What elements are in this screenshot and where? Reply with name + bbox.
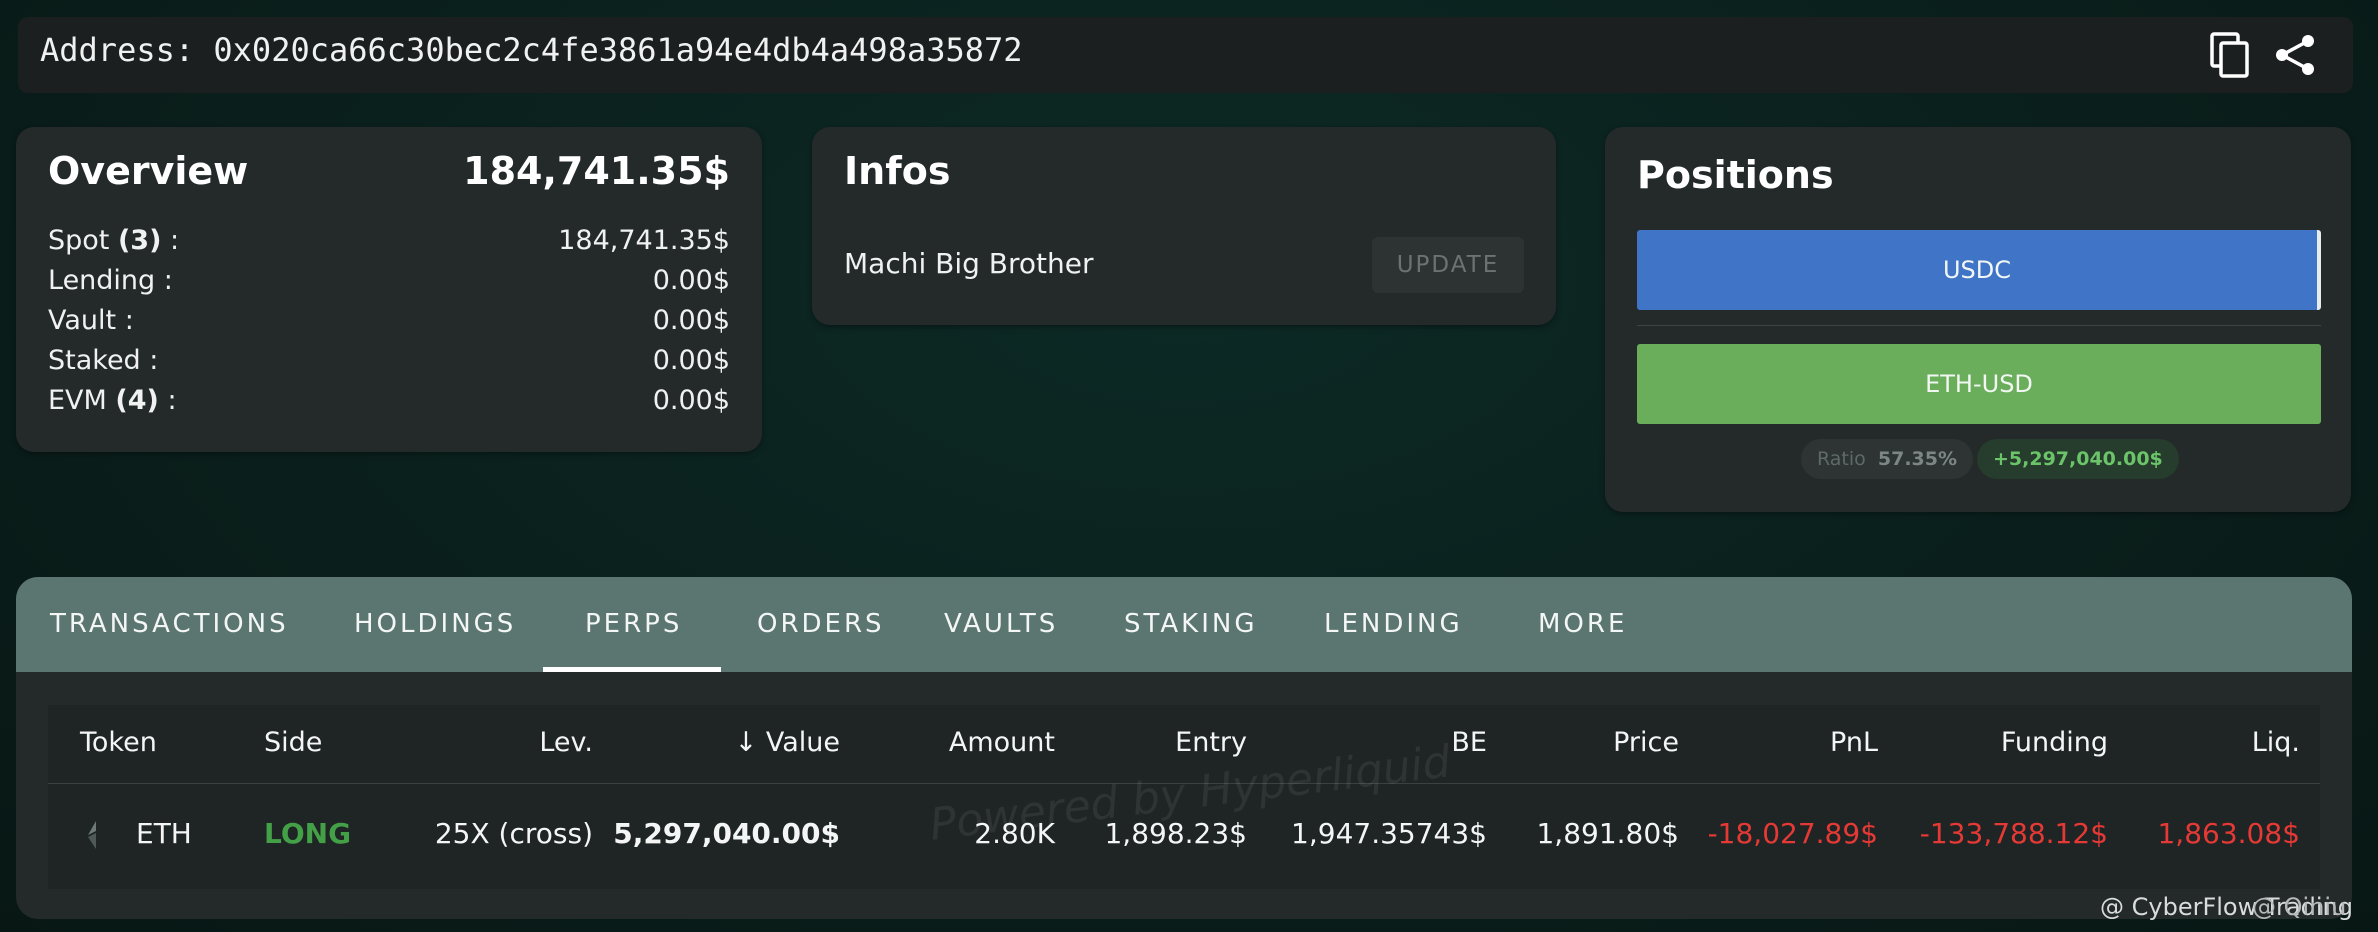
- overview-card: Overview 184,741.35$ Spot (3) : 184,741.…: [16, 127, 762, 452]
- overview-value: 0.00$: [652, 305, 730, 336]
- address-bar: Address: 0x020ca66c30bec2c4fe3861a94e4db…: [18, 17, 2353, 93]
- share-icon[interactable]: [2268, 27, 2324, 83]
- overview-title: Overview: [48, 149, 249, 193]
- active-tab-indicator: [543, 667, 721, 672]
- tab-transactions[interactable]: TRANSACTIONS: [50, 577, 289, 672]
- col-header-lev[interactable]: Lev.: [539, 727, 593, 758]
- tab-holdings[interactable]: HOLDINGS: [354, 577, 516, 672]
- positions-divider: [1637, 325, 2321, 326]
- cell-funding: -133,788.12$: [1919, 817, 2108, 850]
- pnl-chip: +5,297,040.00$: [1977, 439, 2179, 479]
- overview-row-vault: Vault : 0.00$: [48, 305, 730, 336]
- position-bar-eth-usd: ETH-USD: [1637, 344, 2321, 424]
- col-header-pnl[interactable]: PnL: [1830, 727, 1878, 758]
- overview-total: 184,741.35$: [463, 149, 730, 193]
- tab-more[interactable]: MORE: [1538, 577, 1627, 672]
- col-header-funding[interactable]: Funding: [2001, 727, 2108, 758]
- tab-lending[interactable]: LENDING: [1324, 577, 1463, 672]
- wallet-address: Address: 0x020ca66c30bec2c4fe3861a94e4db…: [40, 31, 1023, 69]
- infos-title: Infos: [844, 149, 951, 193]
- overview-value: 0.00$: [652, 265, 730, 296]
- col-header-price[interactable]: Price: [1613, 727, 1679, 758]
- cell-side: LONG: [264, 817, 352, 850]
- ratio-chip: Ratio 57.35%: [1801, 439, 1974, 479]
- cell-be: 1,947.35743$: [1291, 817, 1487, 850]
- overview-row-spot: Spot (3) : 184,741.35$: [48, 225, 730, 256]
- sort-down-icon: ↓: [734, 727, 758, 758]
- col-header-liq[interactable]: Liq.: [2252, 727, 2300, 758]
- col-header-token[interactable]: Token: [80, 727, 157, 758]
- tab-orders[interactable]: ORDERS: [757, 577, 885, 672]
- positions-card: Positions USDC ETH-USD Ratio 57.35% +5,2…: [1605, 127, 2351, 512]
- tab-vaults[interactable]: VAULTS: [944, 577, 1058, 672]
- col-header-entry[interactable]: Entry: [1175, 727, 1247, 758]
- overview-row-evm: EVM (4) : 0.00$: [48, 385, 730, 416]
- overview-row-staked: Staked : 0.00$: [48, 345, 730, 376]
- col-header-value[interactable]: ↓ Value: [735, 727, 840, 758]
- credit-overlay-text: @ Qiniu: [2252, 893, 2347, 921]
- cell-value: 5,297,040.00$: [613, 817, 840, 850]
- copy-icon[interactable]: [2202, 27, 2258, 83]
- cell-lev: 25X (cross): [434, 817, 593, 850]
- position-bar-usdc: USDC: [1637, 230, 2321, 310]
- positions-title: Positions: [1637, 153, 1834, 197]
- tabs-panel: TRANSACTIONS HOLDINGS PERPS ORDERS VAULT…: [16, 577, 2352, 919]
- col-header-be[interactable]: BE: [1451, 727, 1487, 758]
- overview-value: 184,741.35$: [558, 225, 730, 256]
- cell-price: 1,891.80$: [1536, 817, 1679, 850]
- ethereum-icon: [86, 819, 100, 858]
- cell-pnl: -18,027.89$: [1707, 817, 1878, 850]
- overview-value: 0.00$: [652, 385, 730, 416]
- tab-perps[interactable]: PERPS: [585, 577, 682, 672]
- cell-liq: 1,863.08$: [2157, 817, 2300, 850]
- overview-row-lending: Lending : 0.00$: [48, 265, 730, 296]
- overview-value: 0.00$: [652, 345, 730, 376]
- infos-card: Infos Machi Big Brother UPDATE: [812, 127, 1556, 325]
- cell-token: ETH: [136, 817, 192, 850]
- col-header-amount[interactable]: Amount: [949, 727, 1055, 758]
- col-header-side[interactable]: Side: [264, 727, 322, 758]
- update-button[interactable]: UPDATE: [1372, 237, 1524, 293]
- tab-staking[interactable]: STAKING: [1124, 577, 1257, 672]
- wallet-label: Machi Big Brother: [844, 247, 1094, 280]
- tab-bar: TRANSACTIONS HOLDINGS PERPS ORDERS VAULT…: [16, 577, 2352, 672]
